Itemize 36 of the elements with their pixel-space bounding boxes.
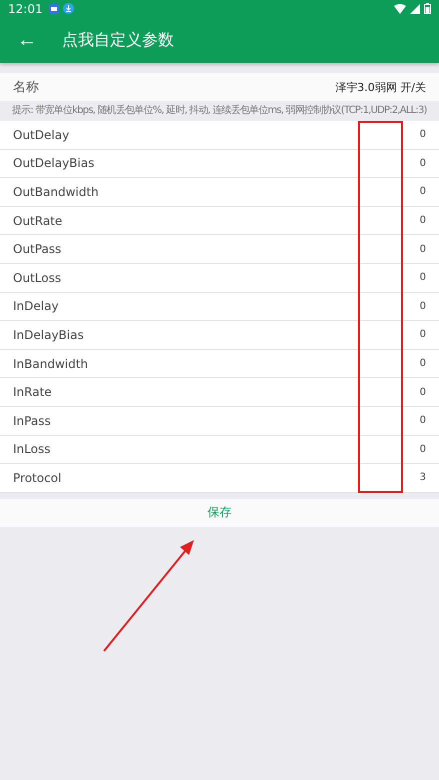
param-value[interactable]: 0	[420, 158, 426, 169]
param-name: InLoss	[13, 442, 50, 456]
param-name: OutLoss	[13, 270, 62, 285]
param-value[interactable]: 0	[420, 129, 426, 140]
param-value[interactable]: 3	[420, 472, 426, 484]
param-name: OutRate	[13, 214, 62, 228]
download-icon	[62, 3, 74, 14]
param-name: InBandwidth	[13, 356, 88, 371]
param-name: OutDelay	[13, 128, 70, 142]
param-value[interactable]: 0	[420, 244, 426, 255]
param-name: InDelayBias	[13, 328, 84, 342]
param-value[interactable]: 0	[420, 300, 426, 312]
status-time: 12:01	[8, 2, 43, 16]
screen-title: 点我自定义参数	[62, 30, 174, 50]
param-name: Protocol	[13, 470, 62, 485]
param-value[interactable]: 0	[420, 186, 426, 198]
param-name: InPass	[13, 414, 51, 428]
param-name: InRate	[13, 385, 52, 400]
battery-icon	[424, 3, 431, 14]
param-name: OutPass	[13, 242, 62, 256]
param-value[interactable]: 0	[420, 329, 426, 340]
param-value[interactable]: 0	[420, 386, 426, 398]
notification-icon	[48, 4, 59, 14]
param-value[interactable]: 0	[420, 272, 426, 284]
name-value: 泽宇3.0弱网 开/关	[335, 80, 426, 94]
param-value[interactable]: 0	[420, 415, 426, 426]
name-label: 名称	[13, 79, 39, 96]
param-value[interactable]: 0	[420, 358, 426, 370]
param-name: InDelay	[13, 299, 59, 314]
param-value[interactable]: 0	[420, 444, 426, 455]
param-name: OutDelayBias	[13, 156, 94, 170]
param-name: OutBandwidth	[13, 184, 99, 199]
wifi-icon	[394, 4, 406, 14]
param-value[interactable]: 0	[420, 215, 426, 226]
signal-icon	[410, 4, 420, 14]
back-button[interactable]: ←	[12, 28, 42, 52]
